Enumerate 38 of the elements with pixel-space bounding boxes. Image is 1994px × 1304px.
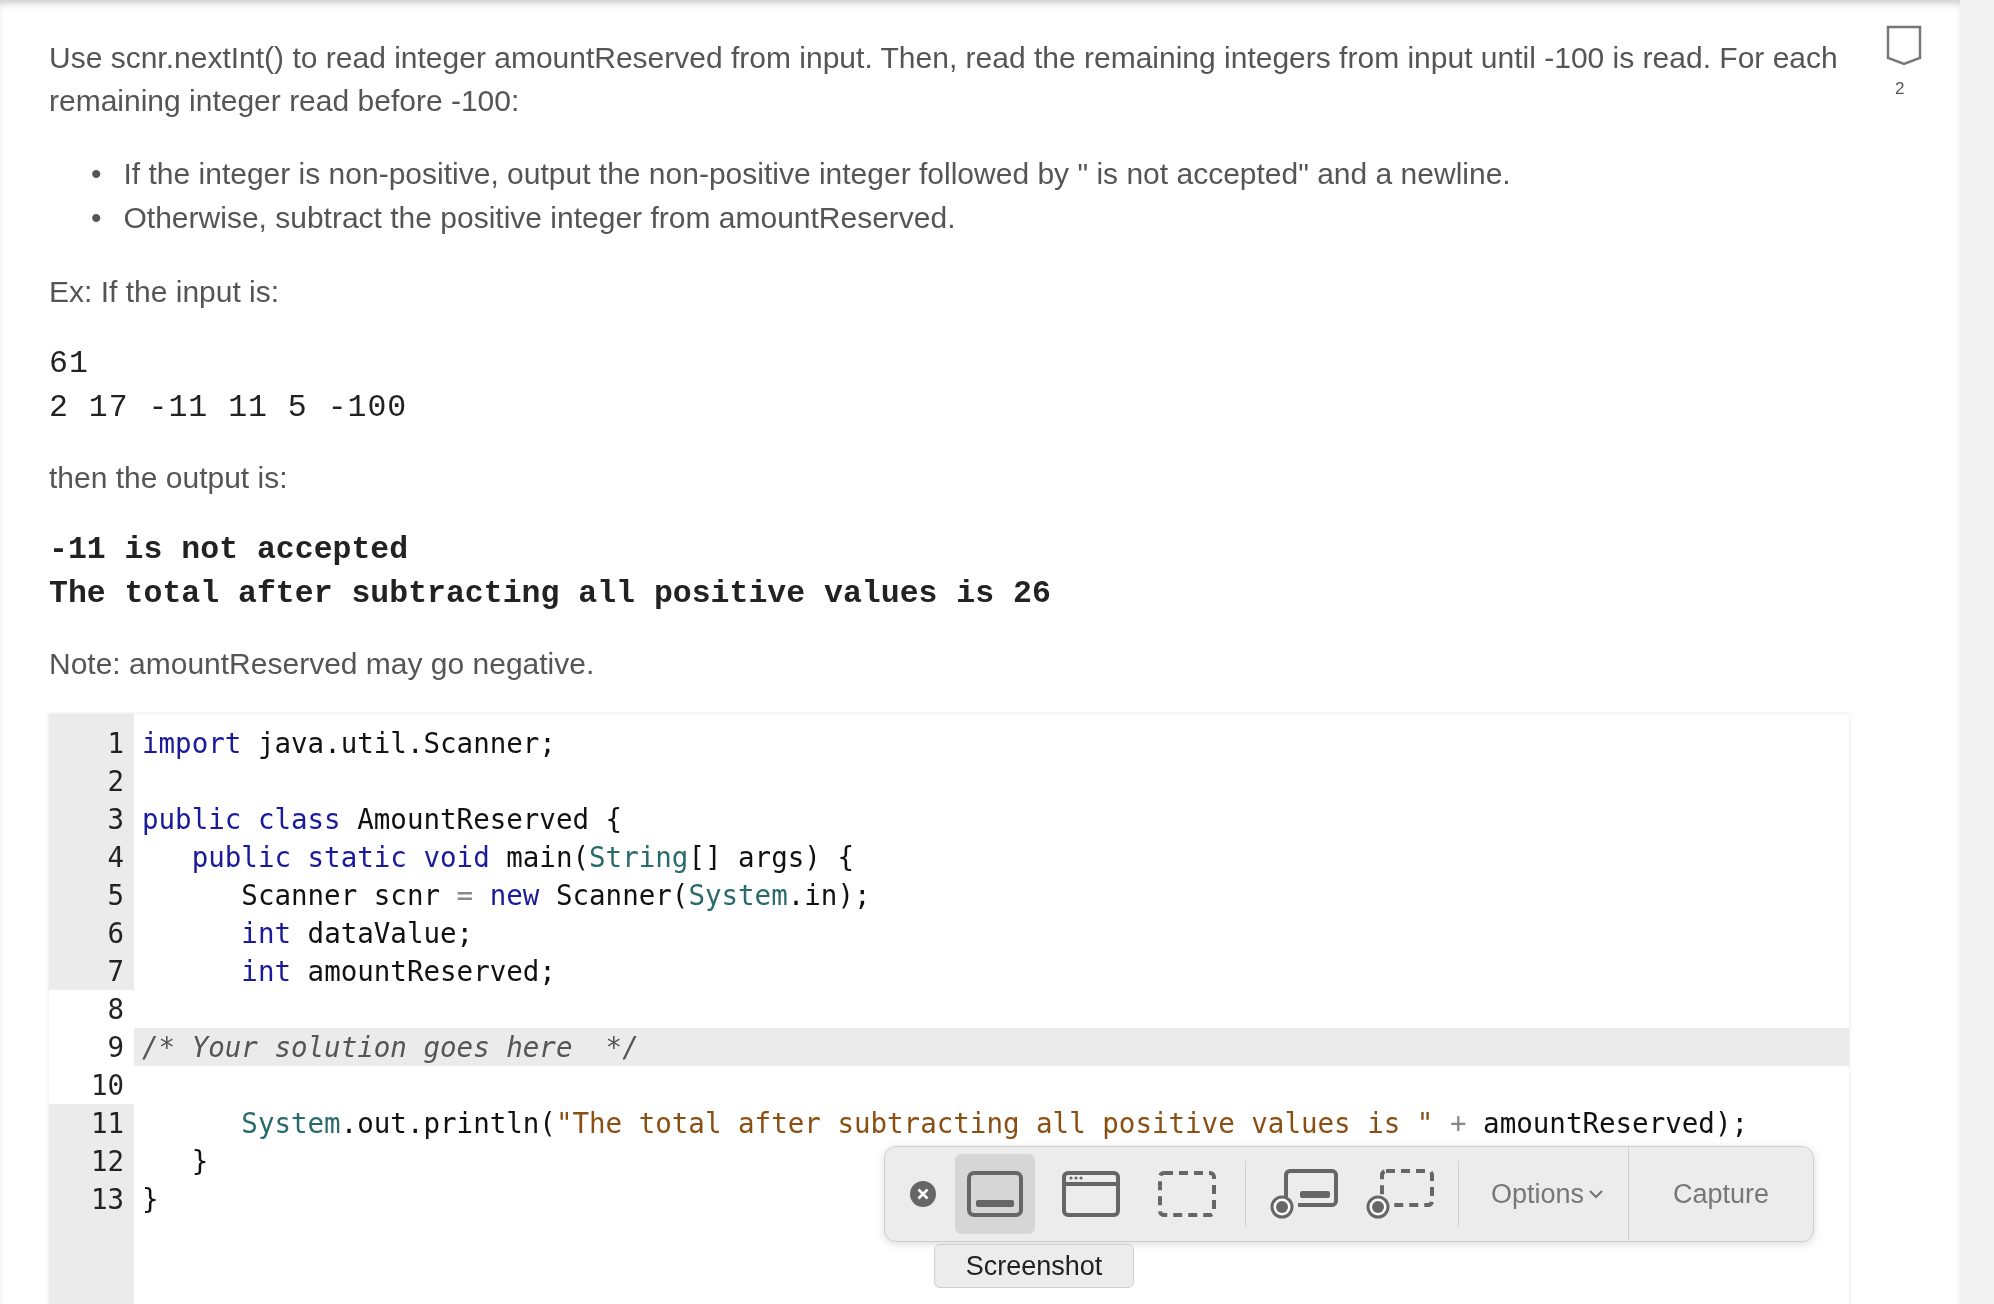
code-line: System.out.println("The total after subtracting all positive values is " + amountReserved); <box>240 1107 1748 1139</box>
example-input-line: 2 17 -11 11 5 -100 <box>49 389 409 427</box>
dashed-selection-icon <box>1158 1171 1216 1217</box>
window-icon <box>1062 1171 1120 1217</box>
code-line: } <box>190 1145 209 1177</box>
code-line: Scanner scnr = new Scanner(System.in); <box>240 879 871 911</box>
capture-button[interactable]: Capture <box>1627 1147 1813 1241</box>
example-input-line: 61 <box>49 345 90 383</box>
example-label: Ex: If the input is: <box>49 274 281 310</box>
record-screen-icon <box>1270 1169 1338 1219</box>
line-number: 9 <box>49 1028 134 1066</box>
options-button[interactable]: Options <box>1469 1178 1627 1210</box>
example-output-line: The total after subtracting all positive values is 26 <box>49 575 1052 613</box>
bullet-item: Otherwise, subtract the positive integer from amountReserved. <box>123 200 956 236</box>
bookmark-icon[interactable] <box>1886 25 1922 67</box>
bullet-item: If the integer is non-positive, output the non-positive integer followed by " is not accepted" and a newline. <box>123 156 1511 192</box>
chevron-down-icon <box>1588 1189 1605 1199</box>
screen-tool-button[interactable] <box>955 1154 1035 1234</box>
line-number: 10 <box>49 1066 134 1104</box>
instructions-text: Use scnr.nextInt() to read integer amountReserved from input. Then, read the remaining integers from input until -100 is read. For each remaining integer read before -100: <box>49 40 1839 119</box>
bullet-marker: • <box>91 200 102 236</box>
example-output-line: -11 is not accepted <box>49 531 410 569</box>
code-line: /* Your solution goes here */ <box>141 1031 639 1063</box>
output-label: then the output is: <box>49 460 289 496</box>
record-selection-icon <box>1366 1169 1434 1219</box>
bookmark-count: 2 <box>1895 79 1905 99</box>
tooltip: Screenshot <box>934 1244 1134 1288</box>
close-icon <box>910 1181 936 1207</box>
screen-icon <box>967 1171 1023 1217</box>
code-line: import java.util.Scanner; <box>141 727 556 759</box>
code-line: } <box>141 1183 159 1215</box>
line-number: 8 <box>49 990 134 1028</box>
code-line: int amountReserved; <box>240 955 556 987</box>
code-line: int dataValue; <box>240 917 474 949</box>
code-line: public class AmountReserved { <box>141 803 623 835</box>
note-text: Note: amountReserved may go negative. <box>49 646 596 682</box>
code-line: public static void main(String[] args) { <box>190 841 854 873</box>
bullet-marker: • <box>91 156 102 192</box>
